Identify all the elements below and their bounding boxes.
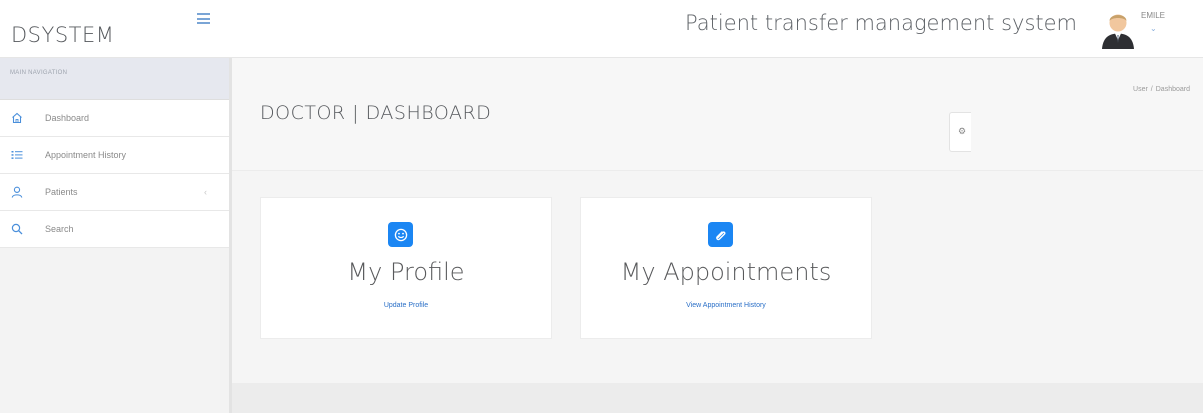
smile-icon <box>388 222 413 247</box>
sidebar-item-search[interactable]: Search <box>0 211 229 248</box>
nav-header: MAIN NAVIGATION <box>0 58 229 100</box>
card-title: My Appointments <box>620 258 832 286</box>
footer-band <box>232 383 1203 413</box>
list-icon <box>10 148 24 162</box>
main-content: My Profile Update Profile My Appointment… <box>232 171 1203 383</box>
paperclip-icon <box>708 222 733 247</box>
brand-bar: DSYSTEM <box>0 0 232 58</box>
sidebar-item-label: Appointment History <box>45 150 127 160</box>
update-profile-link[interactable]: Update Profile <box>261 302 551 309</box>
search-icon <box>10 222 24 236</box>
user-name[interactable]: EMILE <box>1141 11 1165 20</box>
breadcrumb-item-dashboard: Dashboard <box>1155 86 1190 93</box>
sidebar-item-dashboard[interactable]: Dashboard <box>0 100 229 137</box>
sidebar-item-appointment-history[interactable]: Appointment History <box>0 137 229 174</box>
profile-card[interactable]: My Profile Update Profile <box>260 197 552 339</box>
breadcrumb-separator: / <box>1150 86 1153 93</box>
menu-toggle-icon[interactable] <box>197 13 210 25</box>
page-title: DOCTOR | DASHBOARD <box>260 102 492 124</box>
view-appointment-history-link[interactable]: View Appointment History <box>581 302 871 309</box>
user-icon <box>10 185 24 199</box>
breadcrumb-item-user[interactable]: User <box>1133 86 1148 93</box>
chevron-left-icon: ‹ <box>204 187 207 197</box>
gear-icon: ⚙ <box>958 126 967 136</box>
appointments-card[interactable]: My Appointments View Appointment History <box>580 197 872 339</box>
home-icon <box>10 111 24 125</box>
sidebar-item-label: Search <box>45 224 74 234</box>
top-header: Patient transfer management system EMILE… <box>232 0 1203 58</box>
sidebar-item-label: Dashboard <box>45 113 90 123</box>
system-title: Patient transfer management system <box>685 11 1077 35</box>
nav-header-label: MAIN NAVIGATION <box>10 70 68 76</box>
settings-panel-tab[interactable]: ⚙ <box>949 112 971 152</box>
brand-logo[interactable]: DSYSTEM <box>11 23 114 47</box>
chevron-down-icon[interactable]: ⌄ <box>1150 24 1157 33</box>
card-title: My Profile <box>347 258 465 286</box>
sidebar-nav: Dashboard Appointment History Patients ‹… <box>0 100 229 248</box>
page-title-band: DOCTOR | DASHBOARD User / Dashboard <box>232 58 1203 171</box>
sidebar-item-label: Patients <box>45 187 78 197</box>
breadcrumb: User / Dashboard <box>1133 86 1190 93</box>
sidebar-item-patients[interactable]: Patients ‹ <box>0 174 229 211</box>
user-avatar-icon[interactable] <box>1100 9 1136 49</box>
